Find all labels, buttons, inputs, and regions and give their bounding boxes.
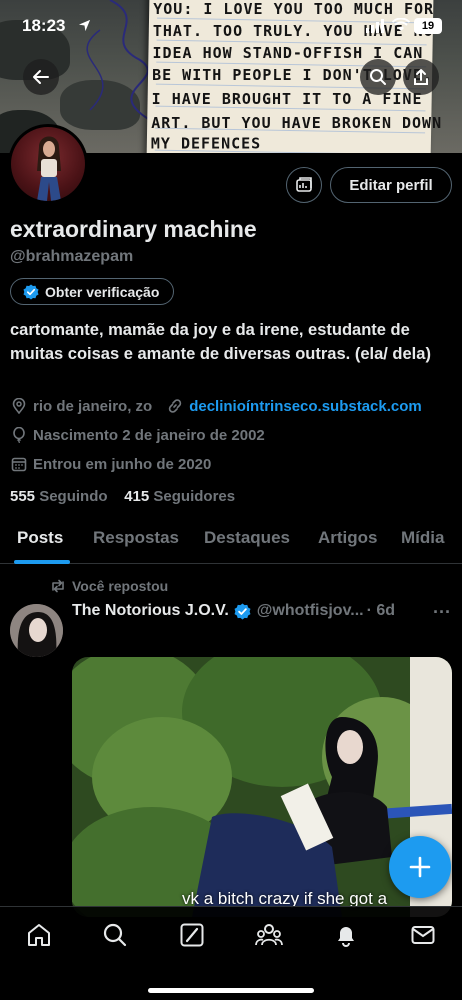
follow-counts: 555 Seguindo 415 Seguidores bbox=[10, 488, 235, 505]
status-time: 18:23 bbox=[22, 16, 66, 35]
post-more-button[interactable]: ··· bbox=[433, 602, 451, 623]
calendar-icon bbox=[10, 455, 28, 473]
location-arrow-icon bbox=[78, 19, 91, 32]
avatar-image bbox=[11, 127, 85, 201]
analytics-icon bbox=[296, 177, 312, 192]
home-indicator[interactable] bbox=[148, 988, 314, 993]
get-verified-button[interactable]: Obter verificação bbox=[10, 278, 175, 305]
compose-button[interactable] bbox=[389, 836, 451, 898]
post-time: · 6d bbox=[366, 602, 396, 619]
note-line: MY DEFENCES bbox=[150, 134, 262, 153]
tab-replies[interactable]: Respostas bbox=[93, 528, 179, 548]
signal-icon bbox=[366, 19, 384, 33]
person-figure bbox=[192, 717, 392, 917]
tab-media[interactable]: Mídia bbox=[401, 528, 444, 548]
messages-icon bbox=[411, 926, 435, 944]
share-icon bbox=[414, 69, 428, 85]
nav-grok[interactable] bbox=[178, 921, 206, 949]
get-verified-label: Obter verificação bbox=[45, 283, 160, 300]
profile-bio: cartomante, mamãe da joy e da irene, est… bbox=[10, 321, 431, 363]
post-header: The Notorious J.O.V. @whotfisjov... · 6d bbox=[72, 602, 395, 620]
nav-communities[interactable] bbox=[255, 921, 283, 949]
post-author-avatar[interactable] bbox=[10, 604, 63, 657]
balloon-icon bbox=[10, 426, 28, 444]
tab-articles[interactable]: Artigos bbox=[318, 528, 378, 548]
following-count: 555 bbox=[10, 488, 36, 505]
profile-handle: @brahmazepam bbox=[10, 248, 134, 265]
repost-indicator: Você repostou bbox=[50, 578, 168, 594]
following-label: Seguindo bbox=[39, 488, 108, 505]
profile-name: extraordinary machine bbox=[10, 216, 257, 242]
home-icon bbox=[28, 924, 50, 946]
share-button[interactable] bbox=[403, 59, 439, 95]
profile-meta-birthday: Nascimento 2 de janeiro de 2002 bbox=[10, 424, 265, 446]
wifi-icon bbox=[392, 18, 410, 31]
following-link[interactable]: 555 Seguindo bbox=[10, 488, 108, 505]
verified-badge-icon bbox=[23, 284, 39, 299]
search-icon bbox=[103, 923, 127, 947]
note-line: ART. BUT YOU HAVE BROKEN DOWN bbox=[151, 114, 443, 133]
repost-icon bbox=[52, 579, 64, 593]
search-profile-button[interactable] bbox=[360, 59, 396, 95]
tab-posts[interactable]: Posts bbox=[17, 528, 63, 548]
location-pin-icon bbox=[10, 397, 28, 415]
repost-label: Você repostou bbox=[72, 578, 169, 594]
website-link[interactable]: declinioíntrinseco.substack.com bbox=[189, 398, 422, 415]
profile-meta-location: rio de janeiro, zo declinioíntrinseco.su… bbox=[10, 395, 422, 417]
battery-indicator: 19 bbox=[414, 18, 442, 34]
location-text: rio de janeiro, zo bbox=[33, 397, 153, 415]
nav-home[interactable] bbox=[25, 921, 53, 949]
nav-notifications[interactable] bbox=[332, 921, 360, 949]
search-icon bbox=[370, 69, 386, 85]
back-arrow-icon bbox=[33, 70, 49, 84]
link-icon bbox=[166, 397, 184, 415]
post-author-name[interactable]: The Notorious J.O.V. bbox=[72, 602, 229, 620]
status-bar: 18:23 19 bbox=[0, 16, 462, 40]
profile-avatar[interactable] bbox=[8, 124, 88, 204]
notifications-icon bbox=[338, 927, 354, 947]
profile-meta-joined: Entrou em junho de 2020 bbox=[10, 453, 211, 475]
post-author-handle[interactable]: @whotfisjov... bbox=[257, 602, 364, 620]
bottom-navigation bbox=[0, 906, 462, 1000]
active-tab-indicator bbox=[14, 560, 70, 564]
tab-highlights[interactable]: Destaques bbox=[204, 528, 290, 548]
profile-tabs: Posts Respostas Destaques Artigos Mídia bbox=[0, 520, 462, 564]
back-button[interactable] bbox=[23, 59, 59, 95]
birthday-text: Nascimento 2 de janeiro de 2002 bbox=[33, 426, 265, 444]
followers-link[interactable]: 415 Seguidores bbox=[124, 488, 235, 505]
verified-badge-icon bbox=[234, 603, 251, 619]
edit-profile-button[interactable]: Editar perfil bbox=[330, 167, 452, 203]
nav-messages[interactable] bbox=[409, 921, 437, 949]
communities-icon bbox=[255, 924, 283, 946]
followers-count: 415 bbox=[124, 488, 150, 505]
nav-search[interactable] bbox=[101, 921, 129, 949]
grok-icon bbox=[180, 923, 204, 947]
followers-label: Seguidores bbox=[153, 488, 236, 505]
plus-icon bbox=[409, 856, 431, 878]
joined-text: Entrou em junho de 2020 bbox=[33, 455, 212, 473]
ads-dashboard-button[interactable] bbox=[286, 167, 322, 203]
